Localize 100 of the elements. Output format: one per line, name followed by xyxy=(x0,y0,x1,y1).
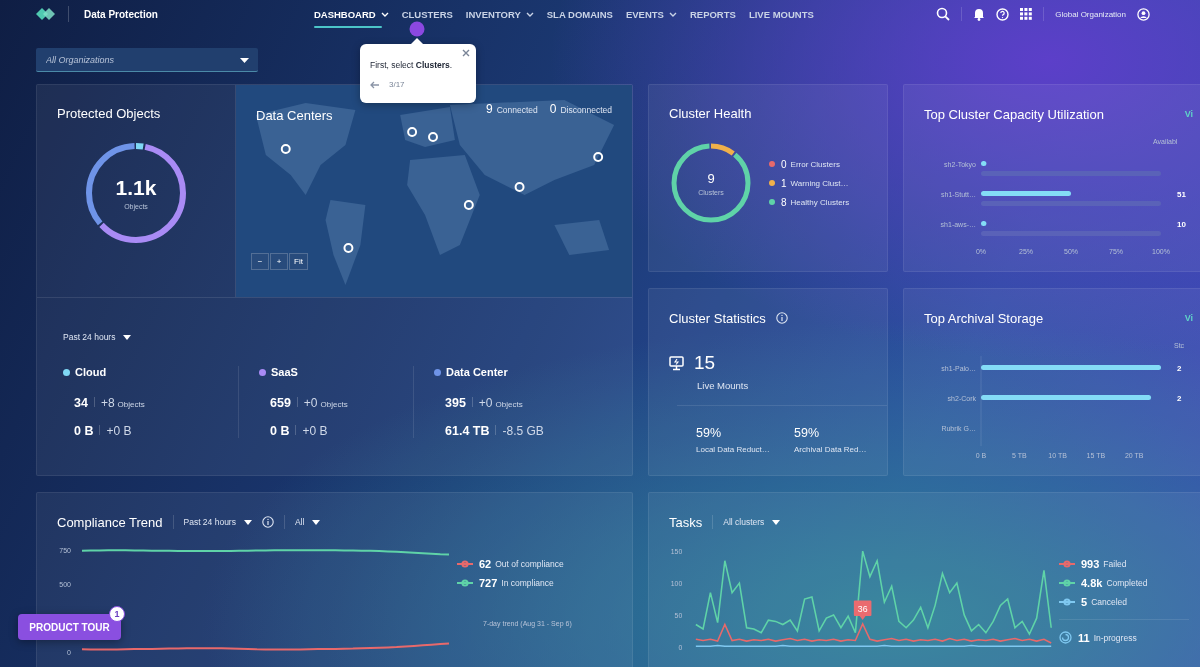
reduction-value: 59% xyxy=(794,426,821,440)
object-count: 34 xyxy=(74,396,88,410)
tooltip-text: First, select Clusters. xyxy=(370,60,454,70)
close-icon[interactable] xyxy=(462,49,470,57)
notification-badge: 1 xyxy=(109,606,125,622)
legend-label: Canceled xyxy=(1091,597,1128,607)
map-zoom-button[interactable]: − xyxy=(251,253,269,270)
in-progress-count: 11 xyxy=(1078,631,1090,644)
connected-count: 9 xyxy=(486,102,493,116)
clusters-total: 9 xyxy=(707,170,715,186)
bell-icon[interactable] xyxy=(973,7,986,21)
data-size: 0 B xyxy=(270,424,290,438)
count-change: +0 xyxy=(478,396,493,410)
in-progress-label: In-progress xyxy=(1093,632,1137,643)
nav-tab[interactable]: LIVE MOUNTS xyxy=(748,0,821,28)
view-link[interactable]: Vi xyxy=(1184,109,1193,119)
count-change: +8 xyxy=(100,396,115,410)
count-unit: Objects xyxy=(117,400,145,409)
nav-tab[interactable]: SLA DOMAINS xyxy=(546,0,620,28)
organization-dropdown[interactable]: All Organizations xyxy=(36,48,258,72)
card-title: Cluster Statistics xyxy=(669,310,766,326)
disconnected-count: 0 xyxy=(549,102,557,116)
reduction-label: Archival Data Red… xyxy=(794,445,868,454)
size-change: +0 B xyxy=(302,424,328,438)
info-icon[interactable] xyxy=(261,516,274,528)
count-change: +0 xyxy=(303,396,318,410)
reduction-label: Local Data Reduct… xyxy=(696,445,771,454)
data-size: 0 B xyxy=(74,424,94,438)
card-title: Data Centers xyxy=(256,108,333,123)
legend-count: 4.8k xyxy=(1081,577,1103,589)
card-title: Compliance Trend xyxy=(57,514,163,530)
live-mounts-label: Live Mounts xyxy=(697,380,750,391)
product-name: Data Protection xyxy=(84,8,158,20)
legend-label: Failed xyxy=(1103,559,1127,569)
column-value: 2 xyxy=(1177,364,1182,373)
object-count: 659 xyxy=(270,396,291,410)
legend-label: Out of compliance xyxy=(495,559,564,569)
size-change: -8.5 GB xyxy=(502,424,544,438)
legend-label: Completed xyxy=(1106,578,1148,588)
caret-icon[interactable] xyxy=(240,58,249,63)
connected-label: Connected xyxy=(496,105,538,115)
value-tag: 36 xyxy=(853,600,872,620)
card-title: Protected Objects xyxy=(57,106,162,121)
organization-name[interactable]: Global Organization xyxy=(1055,9,1126,19)
cluster-status-label: Healthy Clusters xyxy=(790,197,850,207)
user-icon[interactable] xyxy=(1137,7,1150,21)
search-icon[interactable] xyxy=(936,7,951,21)
help-icon[interactable] xyxy=(996,7,1010,21)
cluster-count: 0 xyxy=(781,158,787,170)
legend-count: 727 xyxy=(479,577,498,589)
info-icon[interactable] xyxy=(775,312,788,324)
nav-tab[interactable]: INVENTORY xyxy=(465,0,541,28)
map-zoom-button[interactable]: + xyxy=(270,253,288,270)
nav-tab[interactable]: REPORTS xyxy=(689,0,743,28)
column-value: 10 xyxy=(1177,220,1186,229)
legend-label: In compliance xyxy=(501,578,554,588)
caret-icon xyxy=(123,334,132,340)
legend-count: 62 xyxy=(479,558,492,570)
disconnected-label: Disconnected xyxy=(560,105,612,115)
nav-tab[interactable]: CLUSTERS xyxy=(401,0,460,28)
apps-grid-icon[interactable] xyxy=(1020,8,1033,20)
card-title: Top Archival Storage xyxy=(924,310,1044,326)
progress-ring-icon xyxy=(1059,631,1072,644)
data-size: 61.4 TB xyxy=(445,424,490,438)
caret-icon xyxy=(243,519,252,525)
card-title: Tasks xyxy=(669,514,703,530)
monitor-icon xyxy=(669,355,684,371)
step-counter: 3/17 xyxy=(389,80,405,89)
caret-icon xyxy=(772,519,781,525)
column-value: 51 xyxy=(1177,190,1186,199)
object-count: 395 xyxy=(445,396,466,410)
legend-count: 993 xyxy=(1081,558,1100,570)
back-arrow-icon[interactable] xyxy=(370,80,380,89)
view-link[interactable]: Vi xyxy=(1184,313,1193,323)
tour-beacon-icon xyxy=(409,21,425,37)
column-value: 2 xyxy=(1177,394,1182,403)
live-mounts-count: 15 xyxy=(694,352,716,374)
count-unit: Objects xyxy=(320,400,348,409)
cluster-status-label: Error Clusters xyxy=(790,159,840,169)
size-change: +0 B xyxy=(106,424,132,438)
cluster-filter-dropdown[interactable]: All clusters xyxy=(723,517,781,527)
time-range-dropdown[interactable]: Past 24 hours xyxy=(63,332,132,342)
category-name: Cloud xyxy=(75,366,107,378)
nav-tab[interactable]: DASHBOARD xyxy=(313,0,396,28)
cluster-count: 8 xyxy=(781,196,787,208)
map-zoom-button[interactable]: Fit xyxy=(289,253,308,270)
card-title: Top Cluster Capacity Utilization xyxy=(924,106,1104,122)
cluster-status-label: Warning Clust… xyxy=(790,178,849,188)
nav-tab[interactable]: EVENTS xyxy=(625,0,684,28)
objects-total: 1.1k xyxy=(115,176,157,200)
reduction-value: 59% xyxy=(696,426,723,440)
legend-count: 5 xyxy=(1081,596,1088,608)
count-unit: Objects xyxy=(495,400,523,409)
category-name: SaaS xyxy=(271,366,298,378)
card-title: Cluster Health xyxy=(669,106,753,121)
filter-dropdown[interactable]: All xyxy=(294,517,321,527)
category-name: Data Center xyxy=(446,366,508,378)
logo-icon xyxy=(36,7,56,21)
cluster-count: 1 xyxy=(781,177,787,189)
time-range-dropdown[interactable]: Past 24 hours xyxy=(183,517,252,527)
